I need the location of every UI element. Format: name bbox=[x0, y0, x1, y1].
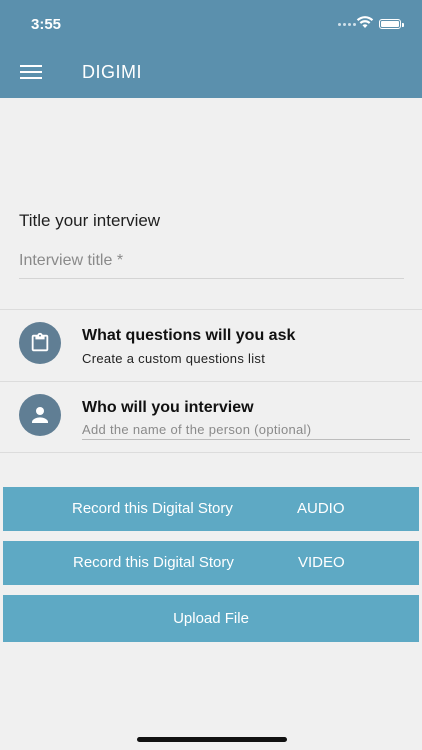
record-video-label: Record this Digital Story bbox=[73, 554, 234, 571]
divider bbox=[0, 309, 422, 310]
divider bbox=[0, 381, 422, 382]
interview-section-title: Title your interview bbox=[19, 211, 161, 230]
questions-subtitle: Create a custom questions list bbox=[82, 351, 266, 366]
upload-file-button[interactable]: Upload File bbox=[3, 595, 419, 642]
battery-icon bbox=[379, 19, 404, 29]
divider bbox=[0, 452, 422, 453]
person-icon bbox=[19, 394, 61, 436]
hamburger-menu-icon[interactable] bbox=[20, 62, 44, 82]
clipboard-icon bbox=[19, 322, 61, 364]
record-audio-type: AUDIO bbox=[297, 500, 345, 517]
app-title: DIGIMI bbox=[82, 62, 142, 82]
upload-file-label: Upload File bbox=[173, 610, 249, 627]
record-video-button[interactable]: Record this Digital Story VIDEO bbox=[3, 541, 419, 585]
record-audio-label: Record this Digital Story bbox=[72, 500, 233, 517]
questions-heading: What questions will you ask bbox=[82, 327, 296, 344]
record-video-type: VIDEO bbox=[298, 554, 345, 571]
record-audio-button[interactable]: Record this Digital Story AUDIO bbox=[3, 487, 419, 531]
wifi-icon bbox=[356, 16, 374, 28]
interviewee-name-input[interactable] bbox=[82, 420, 410, 440]
cellular-signal-icon bbox=[338, 23, 357, 27]
app-bar: 3:55 DIGIMI bbox=[0, 0, 422, 98]
interviewee-heading: Who will you interview bbox=[82, 399, 254, 416]
interview-title-input[interactable] bbox=[19, 244, 404, 279]
status-time: 3:55 bbox=[31, 16, 62, 33]
home-indicator bbox=[137, 737, 287, 742]
